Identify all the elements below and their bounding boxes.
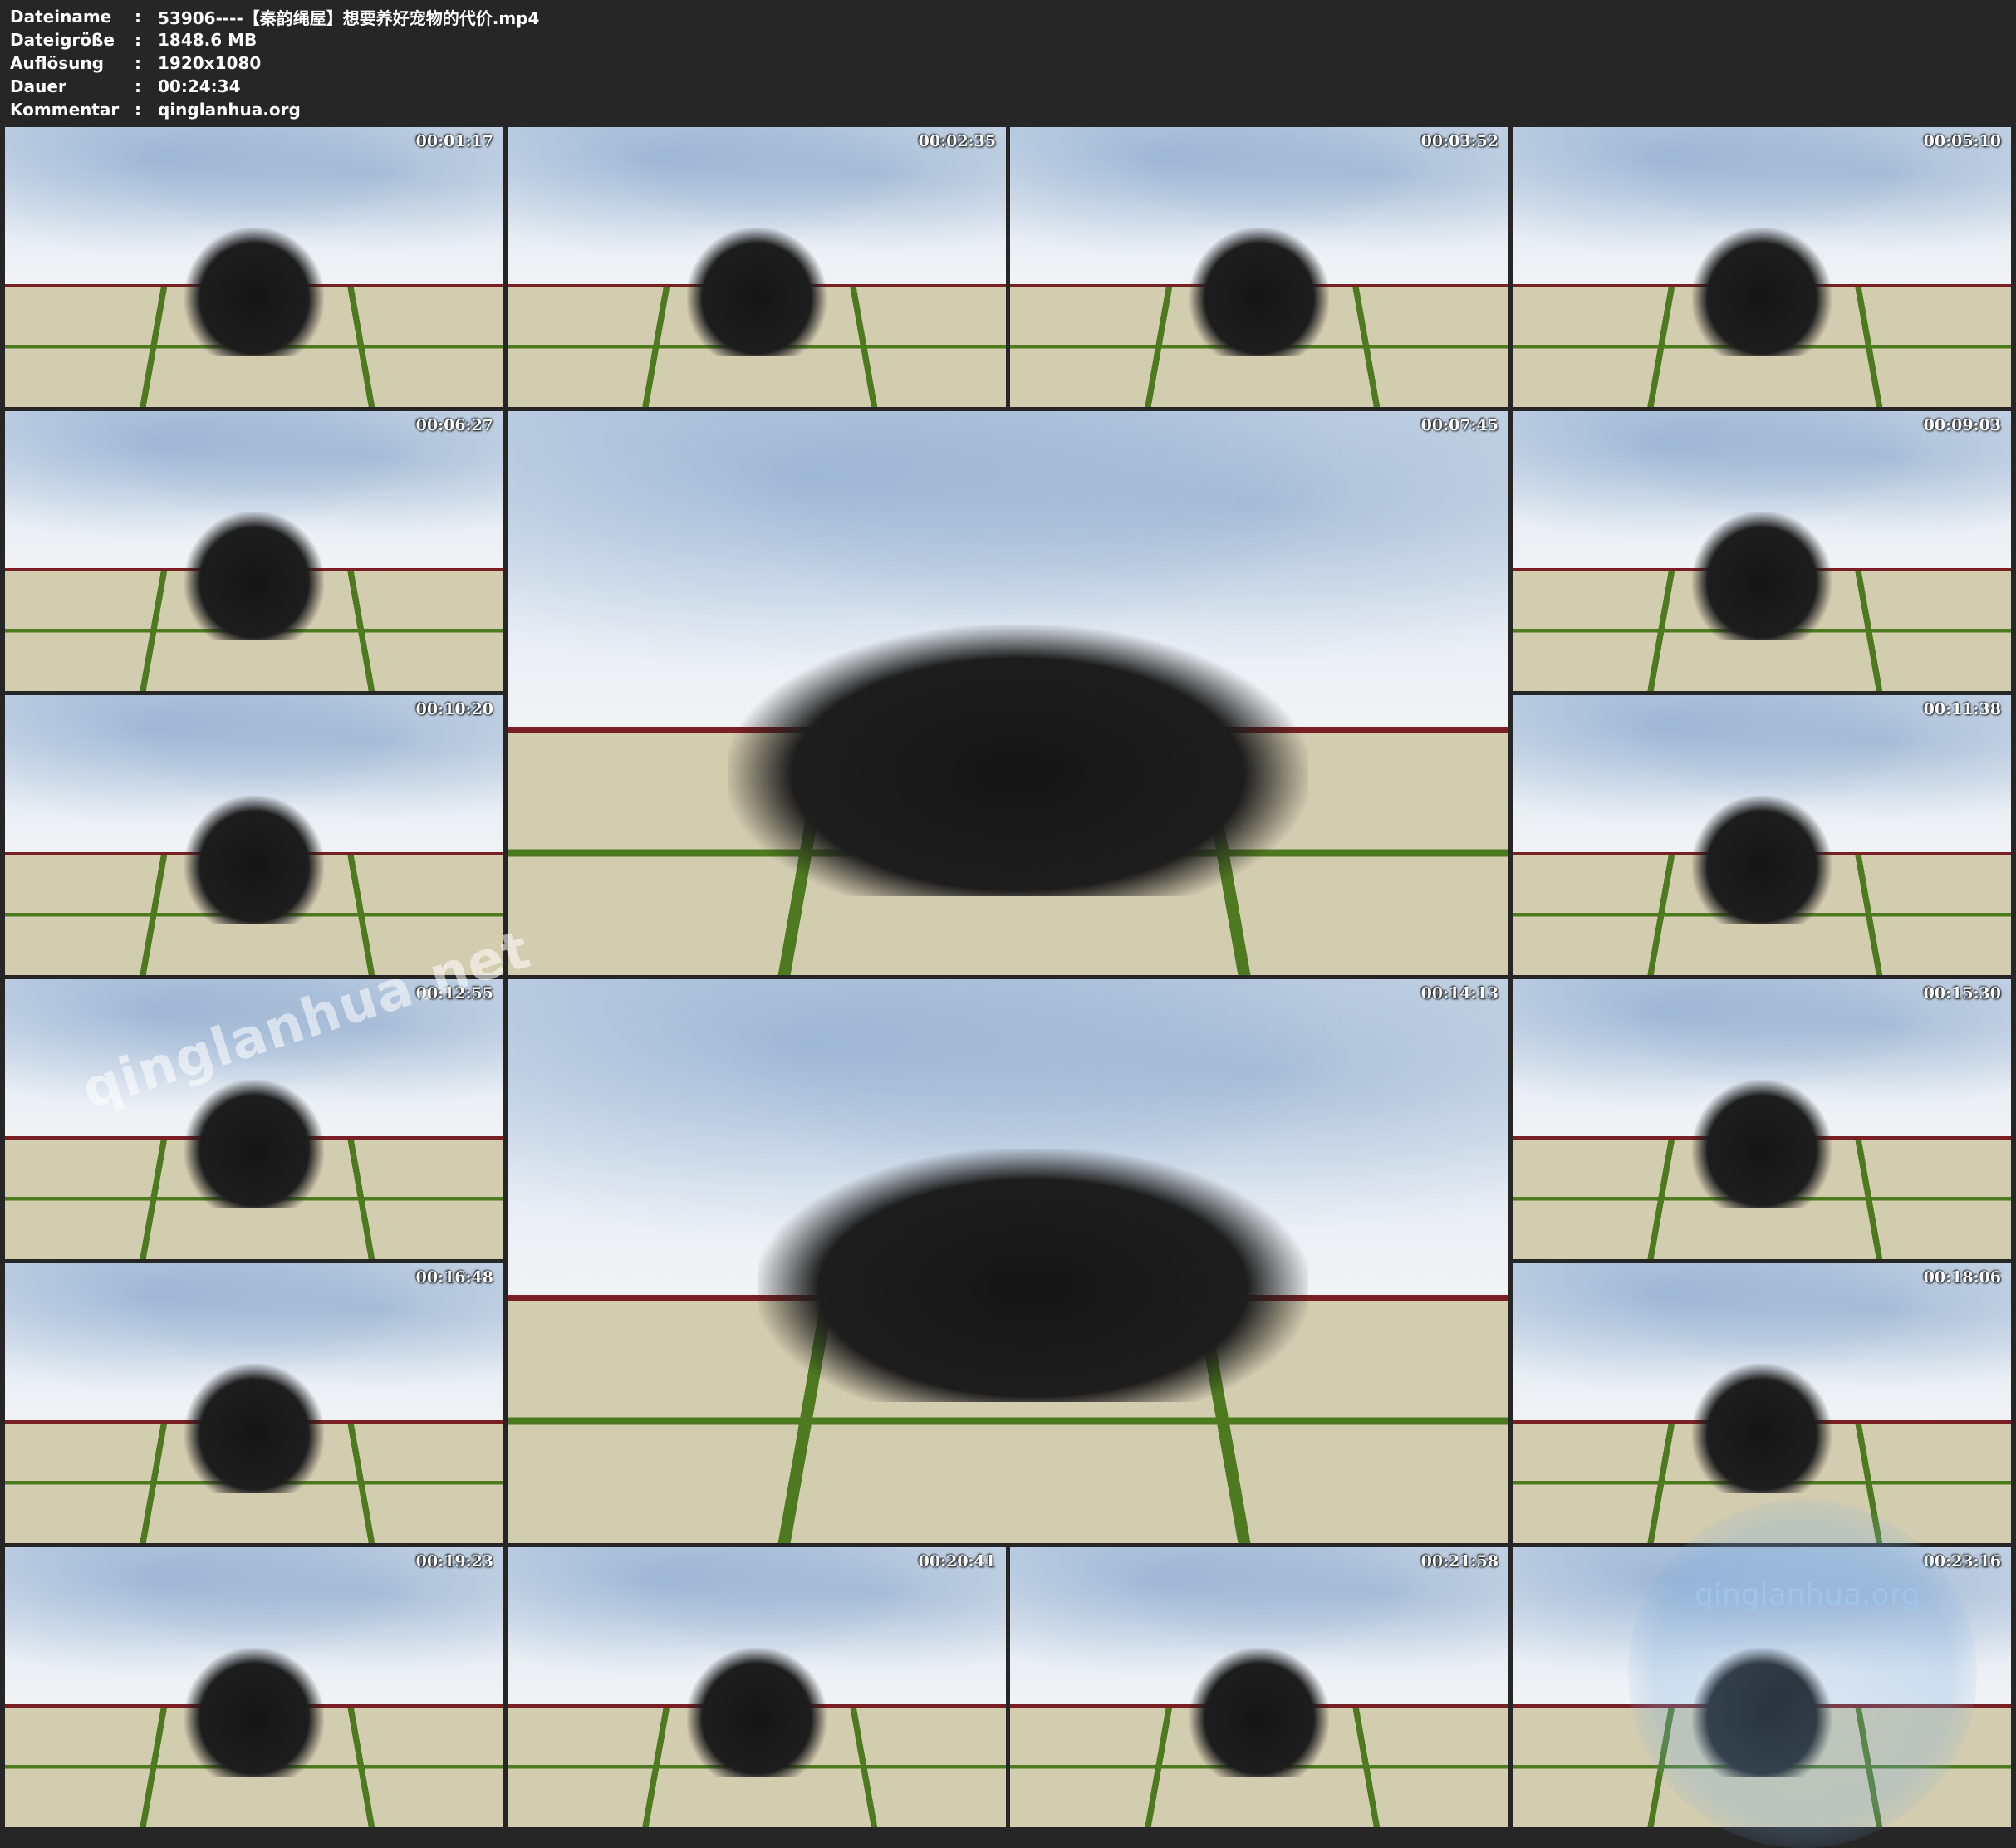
filesize-row: Dateigröße : 1848.6 MB [10, 28, 539, 51]
thumbnail-timestamp: 00:02:35 [918, 132, 996, 150]
subject-figure [687, 228, 827, 357]
video-thumbnail[interactable]: 00:02:35 [508, 127, 1006, 407]
meta-label: Dateigröße [10, 30, 115, 50]
video-thumbnail-large[interactable]: 00:07:45 [508, 411, 1508, 975]
meta-label: Dateiname [10, 7, 112, 27]
meta-separator: : [135, 30, 141, 50]
thumbnail-timestamp: 00:16:48 [415, 1268, 493, 1287]
video-thumbnail[interactable]: 00:18:06 [1513, 1263, 2011, 1543]
thumbnail-timestamp: 00:15:30 [1923, 984, 2001, 1002]
subject-figure [1189, 228, 1329, 357]
meta-separator: : [135, 76, 141, 96]
meta-label: Dauer [10, 76, 66, 96]
thumbnail-timestamp: 00:01:17 [415, 132, 493, 150]
meta-separator: : [135, 53, 141, 73]
circular-watermark-badge [1628, 1499, 1977, 1848]
subject-figure [1189, 1648, 1329, 1777]
subject-figure [184, 1364, 324, 1493]
subject-figure [1692, 1080, 1832, 1209]
thumbnail-timestamp: 00:06:27 [415, 416, 493, 434]
meta-value: 1920x1080 [158, 53, 262, 73]
file-info-header: Dateiname : 53906----【秦韵绳屋】想要养好宠物的代价.mp4… [10, 5, 539, 121]
comment-row: Kommentar : qinglanhua.org [10, 98, 539, 121]
thumbnail-timestamp: 00:11:38 [1923, 700, 2001, 718]
thumbnail-timestamp: 00:05:10 [1923, 132, 2001, 150]
thumbnail-timestamp: 00:09:03 [1923, 416, 2001, 434]
subject-figure [184, 228, 324, 357]
subject-figure [1692, 1364, 1832, 1493]
video-thumbnail[interactable]: 00:15:30 [1513, 979, 2011, 1259]
subject-figure [728, 625, 1308, 896]
video-thumbnail[interactable]: 00:05:10 [1513, 127, 2011, 407]
meta-label: Kommentar [10, 100, 120, 120]
meta-label: Auflösung [10, 53, 104, 73]
meta-separator: : [135, 7, 141, 27]
corner-watermark: qinglanhua.org [1695, 1578, 1920, 1612]
video-thumbnail[interactable]: 00:10:20 [5, 695, 503, 975]
subject-figure [1692, 512, 1832, 641]
video-thumbnail-large[interactable]: 00:14:13 [508, 979, 1508, 1543]
meta-separator: : [135, 100, 141, 120]
meta-value: 00:24:34 [158, 76, 241, 96]
thumbnail-timestamp: 00:14:13 [1420, 984, 1499, 1002]
thumbnail-timestamp: 00:07:45 [1420, 416, 1499, 434]
video-thumbnail[interactable]: 00:06:27 [5, 411, 503, 691]
subject-figure [1692, 228, 1832, 357]
subject-figure [758, 1148, 1308, 1403]
video-thumbnail[interactable]: 00:19:23 [5, 1547, 503, 1827]
meta-value: qinglanhua.org [158, 100, 301, 120]
video-thumbnail[interactable]: 00:11:38 [1513, 695, 2011, 975]
subject-figure [184, 796, 324, 925]
thumbnail-timestamp: 00:03:52 [1420, 132, 1499, 150]
subject-figure [184, 512, 324, 641]
thumbnail-timestamp: 00:20:41 [918, 1552, 996, 1571]
meta-value: 53906----【秦韵绳屋】想要养好宠物的代价.mp4 [158, 7, 540, 28]
duration-row: Dauer : 00:24:34 [10, 75, 539, 98]
video-thumbnail[interactable]: 00:21:58 [1010, 1547, 1508, 1827]
video-thumbnail[interactable]: 00:20:41 [508, 1547, 1006, 1827]
thumbnail-timestamp: 00:10:20 [415, 700, 493, 718]
meta-value: 1848.6 MB [158, 30, 258, 50]
thumbnail-timestamp: 00:18:06 [1923, 1268, 2001, 1287]
video-thumbnail[interactable]: 00:09:03 [1513, 411, 2011, 691]
filename-row: Dateiname : 53906----【秦韵绳屋】想要养好宠物的代价.mp4 [10, 5, 539, 28]
subject-figure [184, 1648, 324, 1777]
thumbnail-timestamp: 00:19:23 [415, 1552, 493, 1571]
subject-figure [184, 1080, 324, 1209]
thumbnail-timestamp: 00:21:58 [1420, 1552, 1499, 1571]
video-thumbnail[interactable]: 00:16:48 [5, 1263, 503, 1543]
subject-figure [1692, 796, 1832, 925]
video-thumbnail[interactable]: 00:03:52 [1010, 127, 1508, 407]
resolution-row: Auflösung : 1920x1080 [10, 51, 539, 75]
video-thumbnail[interactable]: 00:01:17 [5, 127, 503, 407]
subject-figure [687, 1648, 827, 1777]
